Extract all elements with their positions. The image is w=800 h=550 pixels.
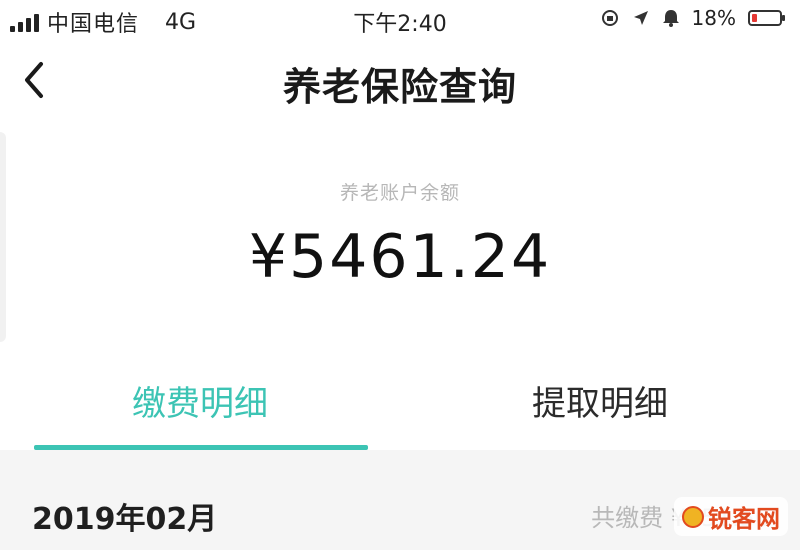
detail-tabs: 缴费明细 提取明细 (0, 350, 800, 450)
battery-icon (748, 10, 785, 26)
watermark-text: 锐客网 (708, 505, 780, 533)
status-bar: 中国电信 4G 下午2:40 18% (0, 0, 800, 42)
alarm-icon (662, 8, 680, 28)
location-icon (632, 9, 650, 27)
month-label: 2019年02月 (32, 502, 218, 537)
tab-payment-details[interactable]: 缴费明细 (0, 376, 400, 425)
watermark-logo: 锐客网 (674, 497, 788, 536)
nav-bar: 养老保险查询 (0, 42, 800, 118)
rotation-lock-icon (600, 8, 620, 28)
balance-amount: ¥5461.24 (248, 222, 552, 292)
balance-label: 养老账户余额 (339, 182, 460, 204)
battery-percent: 18% (691, 6, 736, 30)
tab-withdrawal-details[interactable]: 提取明细 (400, 376, 800, 425)
balance-card: 养老账户余额 ¥5461.24 (0, 122, 800, 350)
battery-level (752, 14, 757, 22)
page-title: 养老保险查询 (282, 65, 517, 109)
watermark-icon (682, 505, 704, 528)
status-bar-right: 18% (600, 6, 785, 30)
